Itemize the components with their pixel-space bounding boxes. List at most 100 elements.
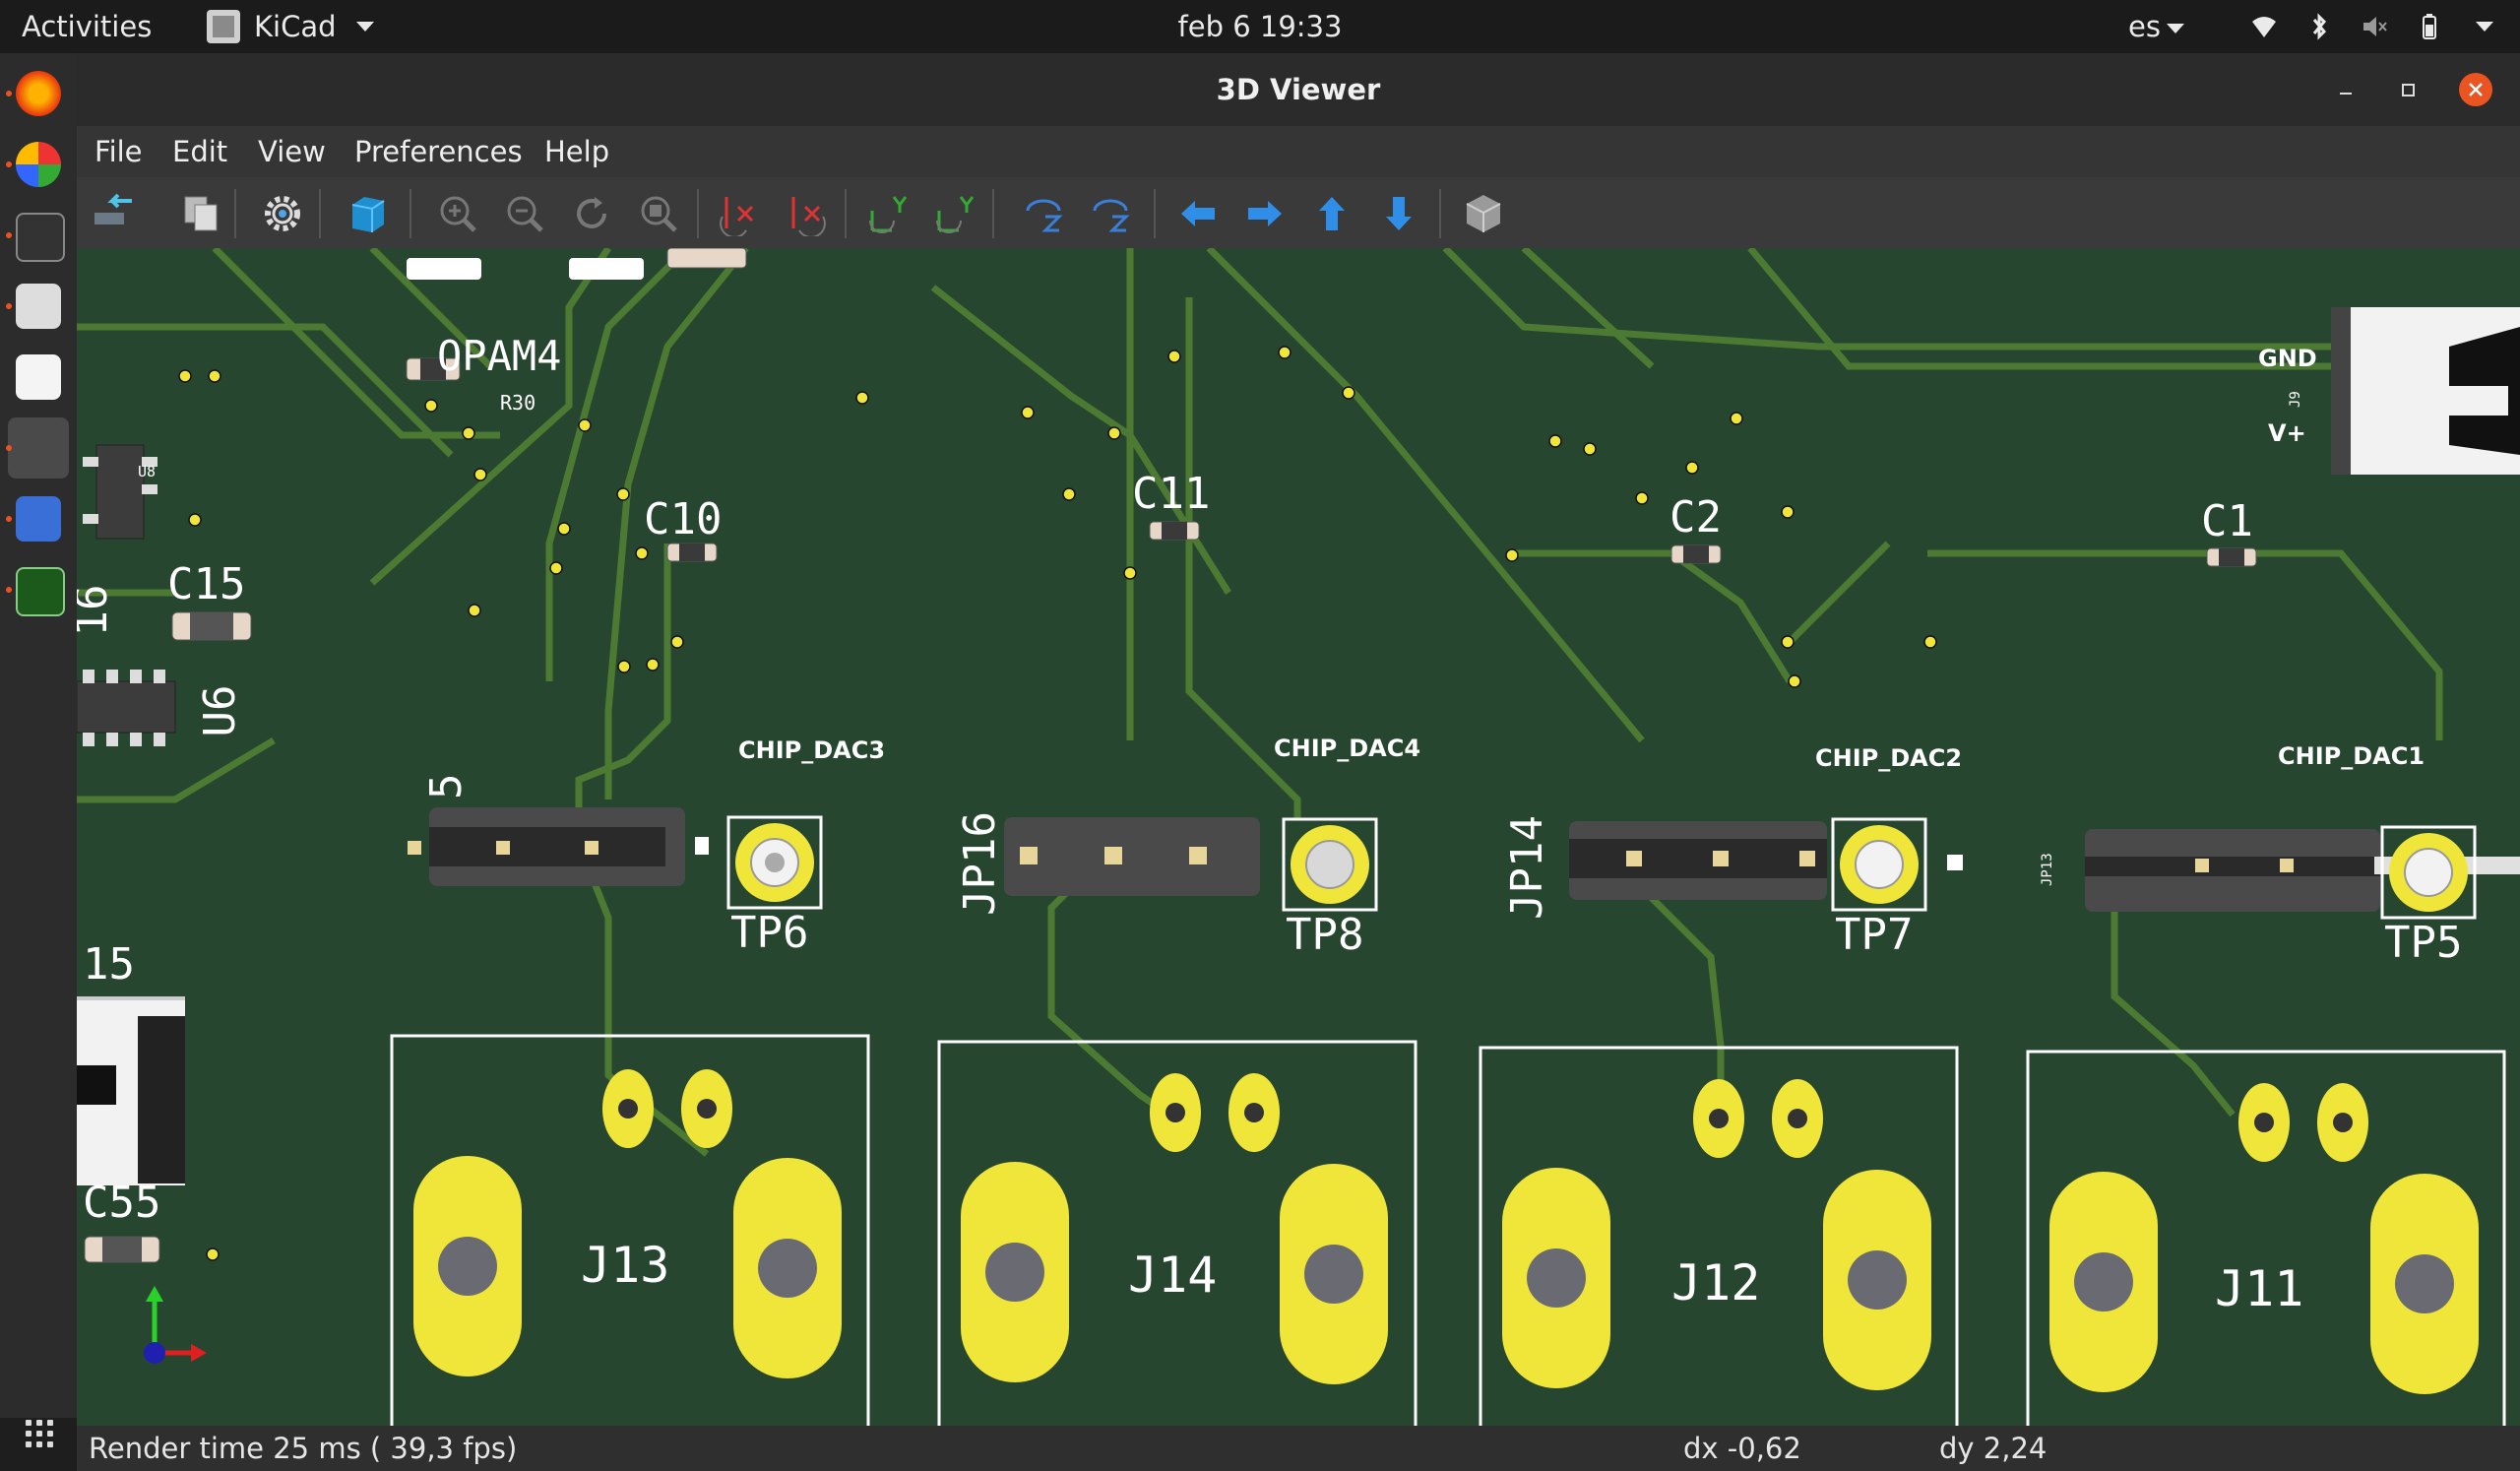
view-iso-icon[interactable]	[1461, 191, 1506, 236]
running-indicator	[6, 587, 12, 593]
silk-c11: C11	[1132, 469, 1210, 519]
redraw-icon[interactable]	[569, 191, 614, 236]
silk-j9: J9	[2288, 391, 2303, 408]
silk-l15: 15	[83, 939, 135, 990]
toolbar-separator	[845, 189, 847, 238]
menu-view[interactable]: View	[258, 126, 326, 177]
minimize-button[interactable]	[2329, 73, 2362, 106]
pan-right-icon[interactable]	[1242, 191, 1288, 236]
text-editor-icon[interactable]	[16, 496, 61, 542]
silk-c15: C15	[167, 559, 245, 609]
running-indicator	[6, 232, 12, 238]
toolbar-separator	[992, 189, 994, 238]
rotate-x-ccw-icon[interactable]	[784, 191, 829, 236]
render-time-status: Render time 25 ms ( 39,3 fps)	[89, 1432, 518, 1465]
silk-u6: U6	[195, 685, 245, 737]
rotate-z-ccw-icon[interactable]	[1089, 191, 1134, 236]
silk-j13: J13	[581, 1237, 669, 1294]
gerber-viewer-icon[interactable]	[16, 567, 65, 616]
copy-image-icon[interactable]	[179, 191, 224, 236]
zoom-in-icon[interactable]	[435, 191, 480, 236]
settings-gear-icon[interactable]	[260, 191, 305, 236]
kicad-app-icon	[207, 10, 240, 43]
color-picker-icon[interactable]	[16, 142, 61, 187]
menu-preferences[interactable]: Preferences	[354, 126, 523, 177]
rotate-z-cw-icon[interactable]	[1022, 191, 1067, 236]
silk-j14: J14	[1128, 1247, 1217, 1304]
silk-tp8: TP8	[1286, 910, 1363, 960]
toolbar-separator	[234, 189, 236, 238]
silk-chip-dac1: CHIP_DAC1	[2278, 742, 2425, 770]
title-bar[interactable]: 3D Viewer	[77, 53, 2520, 126]
silk-tp7: TP7	[1835, 910, 1913, 960]
menu-edit[interactable]: Edit	[172, 126, 227, 177]
rotate-x-cw-icon[interactable]	[717, 191, 762, 236]
terminal-icon[interactable]	[16, 213, 65, 262]
silk-tp6: TP6	[730, 908, 808, 958]
running-indicator	[6, 91, 12, 96]
silk-tp5: TP5	[2384, 918, 2462, 968]
silk-jp14: JP14	[1502, 815, 1552, 920]
silk-gnd: GND	[2258, 345, 2317, 372]
clock-label[interactable]: feb 6 19:33	[1178, 10, 1343, 43]
toolbar-separator	[410, 189, 411, 238]
battery-icon	[2423, 14, 2436, 39]
restore-icon	[2402, 84, 2415, 96]
app-menu-label: KiCad	[254, 10, 337, 43]
reload-board-icon[interactable]	[91, 191, 136, 236]
close-icon	[2469, 83, 2483, 96]
silk-jp16: JP16	[955, 811, 1005, 916]
system-menu-chevron-icon	[2476, 22, 2493, 32]
silk-c2: C2	[1670, 492, 1722, 543]
zoom-out-icon[interactable]	[502, 191, 547, 236]
toolbar-separator	[1154, 189, 1156, 238]
maximize-button[interactable]	[2392, 73, 2426, 106]
silk-c1: C1	[2201, 496, 2253, 546]
menu-file[interactable]: File	[94, 126, 143, 177]
app-menu[interactable]: KiCad	[207, 0, 374, 53]
volume-muted-icon	[2363, 17, 2387, 36]
silk-opamp: OPAM4	[437, 332, 561, 380]
chevron-down-icon	[2166, 24, 2184, 33]
silk-j11: J11	[2215, 1260, 2303, 1317]
firefox-icon[interactable]	[16, 71, 61, 116]
silk-c55: C55	[83, 1178, 160, 1228]
minimize-icon	[2340, 93, 2352, 95]
activities-button[interactable]: Activities	[22, 0, 152, 53]
silk-l16: 16	[77, 585, 117, 637]
silk-r30: R30	[500, 391, 536, 415]
3d-viewer-window: 3D Viewer File Edit View Preferences Hel…	[77, 53, 2520, 1471]
running-indicator	[6, 516, 12, 522]
running-indicator	[6, 445, 12, 451]
dock	[0, 53, 78, 1447]
raytracing-cube-icon[interactable]	[345, 191, 390, 236]
close-button[interactable]	[2459, 73, 2492, 106]
silk-j12: J12	[1671, 1254, 1760, 1311]
wifi-icon	[2252, 17, 2276, 37]
3d-viewport[interactable]: OPAM4 R30 U8 C15 U6 16 C10 C11 C2 C1 GND…	[77, 248, 2520, 1426]
pcb-editor-icon[interactable]	[8, 417, 69, 479]
menu-help[interactable]: Help	[544, 126, 609, 177]
language-indicator[interactable]: es	[2128, 0, 2184, 53]
pan-down-icon[interactable]	[1376, 191, 1421, 236]
rotate-y-cw-icon[interactable]	[864, 191, 910, 236]
toolbar-separator	[697, 189, 699, 238]
silk-c10: C10	[644, 494, 722, 544]
silk-chip-dac3: CHIP_DAC3	[738, 736, 885, 764]
bluetooth-icon	[2312, 13, 2327, 40]
connector-j9	[2331, 307, 2520, 475]
zoom-fit-icon[interactable]	[636, 191, 681, 236]
menu-bar: File Edit View Preferences Help	[77, 126, 2520, 177]
language-label: es	[2128, 10, 2161, 43]
pan-left-icon[interactable]	[1175, 191, 1221, 236]
show-applications-icon[interactable]	[26, 1420, 53, 1447]
toolbar	[77, 177, 2520, 249]
chevron-down-icon	[355, 22, 374, 32]
system-tray[interactable]	[2249, 0, 2493, 53]
symbol-editor-icon[interactable]	[16, 354, 61, 400]
rotate-y-ccw-icon[interactable]	[931, 191, 976, 236]
pan-up-icon[interactable]	[1309, 191, 1354, 236]
kicad-project-icon[interactable]	[16, 284, 61, 329]
silk-jp15: 5	[421, 774, 472, 800]
system-top-bar: Activities KiCad feb 6 19:33 es	[0, 0, 2520, 53]
